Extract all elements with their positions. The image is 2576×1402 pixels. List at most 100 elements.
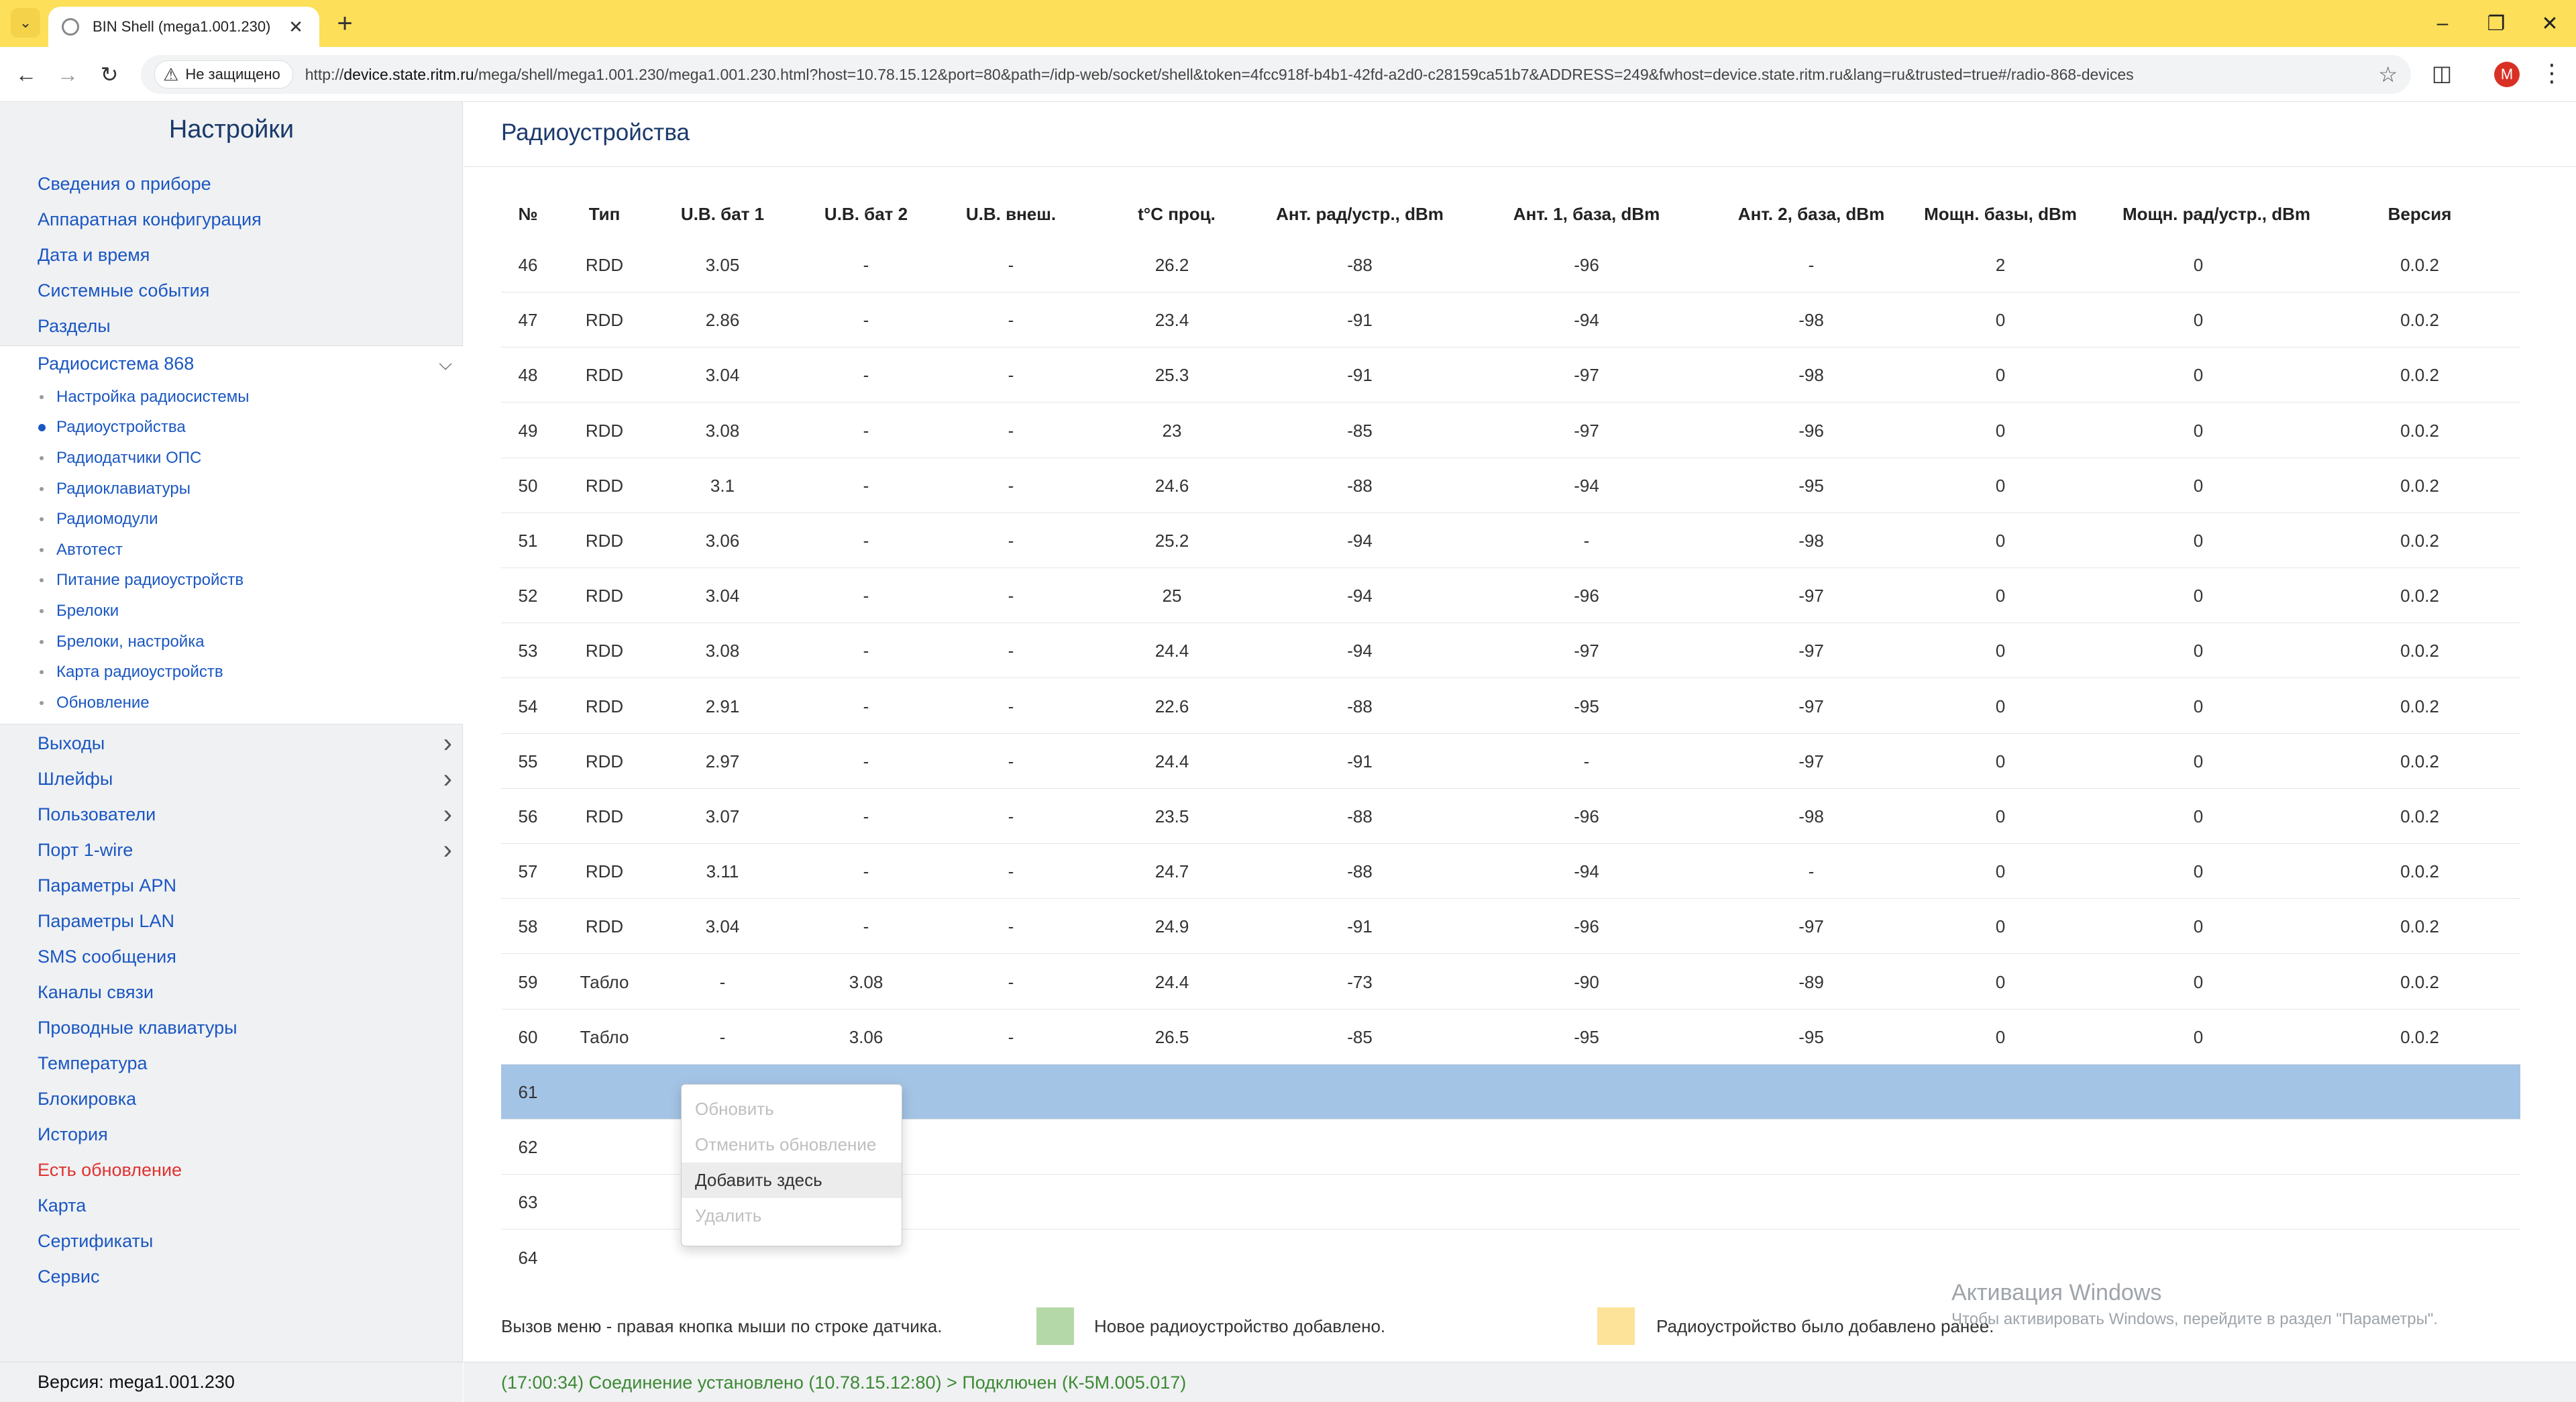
context-menu-item-3[interactable]: Удалить bbox=[682, 1198, 902, 1234]
sidebar-subitem-0[interactable]: Настройка радиосистемы bbox=[0, 382, 463, 413]
table-cell: RDD bbox=[585, 310, 624, 331]
sidebar-subitem-4[interactable]: Радиомодули bbox=[0, 504, 463, 535]
table-row[interactable]: 49 RDD 3.08 - - 23 -85 -97 -96 0 0 0.0.2 bbox=[501, 403, 2520, 458]
table-cell: 3.06 bbox=[705, 531, 740, 551]
column-header-1[interactable]: Тип bbox=[589, 197, 621, 231]
sidebar-subitem-10[interactable]: Обновление bbox=[0, 688, 463, 718]
new-device-swatch bbox=[1036, 1307, 1074, 1345]
table-row[interactable]: 46 RDD 3.05 - - 26.2 -88 -96 - 2 0 0.0.2 bbox=[501, 237, 2520, 292]
restore-button[interactable]: ❐ bbox=[2466, 0, 2526, 47]
sidebar-subitem-3[interactable]: Радиоклавиатуры bbox=[0, 474, 463, 504]
table-cell: - bbox=[1808, 861, 1815, 882]
sidebar-item-bottom-11[interactable]: История bbox=[0, 1117, 463, 1152]
sidebar-item-bottom-6[interactable]: SMS сообщения bbox=[0, 939, 463, 975]
browser-menu-icon[interactable]: ⋮ bbox=[2538, 58, 2565, 91]
sidebar-subitem-9[interactable]: Карта радиоустройств bbox=[0, 657, 463, 688]
table-row[interactable]: 55 RDD 2.97 - - 24.4 -91 - -97 0 0 0.0.2 bbox=[501, 734, 2520, 789]
table-cell: - bbox=[1008, 861, 1014, 882]
extensions-icon[interactable]: ◫ bbox=[2427, 60, 2457, 90]
table-row[interactable]: 54 RDD 2.91 - - 22.6 -88 -95 -97 0 0 0.0.2 bbox=[501, 679, 2520, 734]
table-row[interactable]: 50 RDD 3.1 - - 24.6 -88 -94 -95 0 0 0.0.2 bbox=[501, 458, 2520, 513]
sidebar-item-top-0[interactable]: Сведения о приборе bbox=[0, 166, 463, 202]
sidebar-item-radio-868[interactable]: Радиосистема 868 ⌵ bbox=[0, 346, 463, 382]
sidebar-subitem-2[interactable]: Радиодатчики ОПС bbox=[0, 443, 463, 474]
reload-button[interactable]: ↻ bbox=[93, 58, 126, 91]
new-tab-button[interactable]: + bbox=[330, 9, 360, 39]
column-header-0[interactable]: № bbox=[519, 197, 538, 231]
url-input[interactable]: ⚠ Не защищено http://device.state.ritm.r… bbox=[141, 55, 2411, 94]
sidebar-item-bottom-7[interactable]: Каналы связи bbox=[0, 975, 463, 1010]
bookmark-star-icon[interactable]: ☆ bbox=[2378, 62, 2398, 87]
table-cell: 0 bbox=[2193, 641, 2204, 661]
table-cell: RDD bbox=[585, 255, 624, 275]
sidebar-subitem-8[interactable]: Брелоки, настройка bbox=[0, 627, 463, 657]
context-menu-item-0[interactable]: Обновить bbox=[682, 1091, 902, 1127]
sidebar-item-bottom-9[interactable]: Температура bbox=[0, 1046, 463, 1081]
sidebar-item-bottom-4[interactable]: Параметры APN bbox=[0, 868, 463, 904]
tab-search-button[interactable]: ⌄ bbox=[11, 8, 40, 38]
table-cell: - bbox=[1583, 531, 1590, 551]
table-cell: -95 bbox=[1574, 696, 1599, 716]
minimize-button[interactable]: – bbox=[2412, 0, 2473, 47]
sidebar-item-bottom-13[interactable]: Карта bbox=[0, 1188, 463, 1224]
sidebar-item-bottom-5[interactable]: Параметры LAN bbox=[0, 904, 463, 939]
sidebar-item-top-3[interactable]: Системные события bbox=[0, 273, 463, 309]
sidebar-subitem-7[interactable]: Брелоки bbox=[0, 596, 463, 627]
table-row[interactable]: 51 RDD 3.06 - - 25.2 -94 - -98 0 0 0.0.2 bbox=[501, 513, 2520, 568]
sidebar-subitem-5[interactable]: Автотест bbox=[0, 535, 463, 565]
table-cell: -94 bbox=[1574, 475, 1599, 496]
sidebar-item-bottom-0[interactable]: Выходы › bbox=[0, 726, 463, 761]
chevron-down-icon: ⌄ bbox=[19, 14, 32, 31]
sidebar-subitem-6[interactable]: Питание радиоустройств bbox=[0, 565, 463, 596]
table-cell: 0.0.2 bbox=[2400, 971, 2439, 992]
sidebar-item-bottom-12[interactable]: Есть обновление bbox=[0, 1152, 463, 1188]
sidebar-item-bottom-14[interactable]: Сертификаты bbox=[0, 1224, 463, 1259]
window-close-button[interactable]: ✕ bbox=[2520, 0, 2576, 47]
table-row[interactable]: 48 RDD 3.04 - - 25.3 -91 -97 -98 0 0 0.0.2 bbox=[501, 347, 2520, 403]
table-cell: - bbox=[863, 365, 869, 386]
sidebar-item-bottom-15[interactable]: Сервис bbox=[0, 1259, 463, 1295]
table-row[interactable]: 60 Табло - 3.06 - 26.5 -85 -95 -95 0 0 0.0.2 bbox=[501, 1010, 2520, 1065]
security-chip[interactable]: ⚠ Не защищено bbox=[154, 60, 293, 89]
table-row[interactable]: 57 RDD 3.11 - - 24.7 -88 -94 - 0 0 0.0.2 bbox=[501, 844, 2520, 900]
context-menu-item-2[interactable]: Добавить здесь bbox=[682, 1163, 902, 1198]
sidebar-item-bottom-2[interactable]: Пользователи › bbox=[0, 797, 463, 832]
table-row[interactable]: 59 Табло - 3.08 - 24.4 -73 -90 -89 0 0 0.0.2 bbox=[501, 955, 2520, 1010]
table-cell: 24.6 bbox=[1155, 475, 1189, 496]
sidebar-item-top-1[interactable]: Аппаратная конфигурация bbox=[0, 202, 463, 237]
sidebar-item-top-4[interactable]: Разделы bbox=[0, 309, 463, 344]
sidebar-item-bottom-1[interactable]: Шлейфы › bbox=[0, 761, 463, 797]
column-header-5[interactable]: t°C проц. bbox=[1138, 197, 1216, 231]
url-text: http://device.state.ritm.ru/mega/shell/m… bbox=[305, 65, 2134, 83]
column-header-9[interactable]: Мощн. базы, dBm bbox=[1924, 197, 2077, 231]
column-header-3[interactable]: U.В. бат 2 bbox=[824, 197, 908, 231]
profile-avatar[interactable]: M bbox=[2494, 62, 2520, 87]
table-cell: Табло bbox=[580, 971, 629, 992]
table-row[interactable]: 52 RDD 3.04 - - 25 -94 -96 -97 0 0 0.0.2 bbox=[501, 568, 2520, 624]
status-bar: (17:00:34) Соединение установлено (10.78… bbox=[464, 1362, 2576, 1402]
forward-button[interactable]: → bbox=[51, 58, 85, 91]
close-icon[interactable]: ✕ bbox=[286, 17, 306, 38]
back-button[interactable]: ← bbox=[9, 58, 43, 91]
sidebar-item-bottom-3[interactable]: Порт 1-wire › bbox=[0, 832, 463, 868]
table-row[interactable]: 53 RDD 3.08 - - 24.4 -94 -97 -97 0 0 0.0.2 bbox=[501, 623, 2520, 679]
column-header-7[interactable]: Ант. 1, база, dBm bbox=[1513, 197, 1660, 231]
sidebar-item-bottom-10[interactable]: Блокировка bbox=[0, 1081, 463, 1117]
column-header-8[interactable]: Ант. 2, база, dBm bbox=[1738, 197, 1884, 231]
sidebar-item-top-2[interactable]: Дата и время bbox=[0, 237, 463, 273]
table-row[interactable]: 56 RDD 3.07 - - 23.5 -88 -96 -98 0 0 0.0.2 bbox=[501, 789, 2520, 844]
column-header-10[interactable]: Мощн. рад/устр., dBm bbox=[2123, 197, 2310, 231]
column-header-2[interactable]: U.В. бат 1 bbox=[681, 197, 764, 231]
sidebar-subitem-1[interactable]: Радиоустройства bbox=[0, 413, 463, 443]
sidebar-item-bottom-8[interactable]: Проводные клавиатуры bbox=[0, 1010, 463, 1046]
table-row[interactable]: 58 RDD 3.04 - - 24.9 -91 -96 -97 0 0 0.0.2 bbox=[501, 899, 2520, 955]
table-cell: 23.4 bbox=[1155, 310, 1189, 331]
column-header-4[interactable]: U.В. внеш. bbox=[966, 197, 1056, 231]
browser-tab[interactable]: BIN Shell (mega1.001.230) ✕ bbox=[48, 7, 319, 47]
table-row[interactable]: 47 RDD 2.86 - - 23.4 -91 -94 -98 0 0 0.0.2 bbox=[501, 292, 2520, 348]
chevron-right-icon: › bbox=[443, 728, 452, 758]
column-header-11[interactable]: Версия bbox=[2388, 197, 2452, 231]
table-cell: -90 bbox=[1574, 971, 1599, 992]
column-header-6[interactable]: Ант. рад/устр., dBm bbox=[1276, 197, 1444, 231]
context-menu-item-1[interactable]: Отменить обновление bbox=[682, 1127, 902, 1163]
